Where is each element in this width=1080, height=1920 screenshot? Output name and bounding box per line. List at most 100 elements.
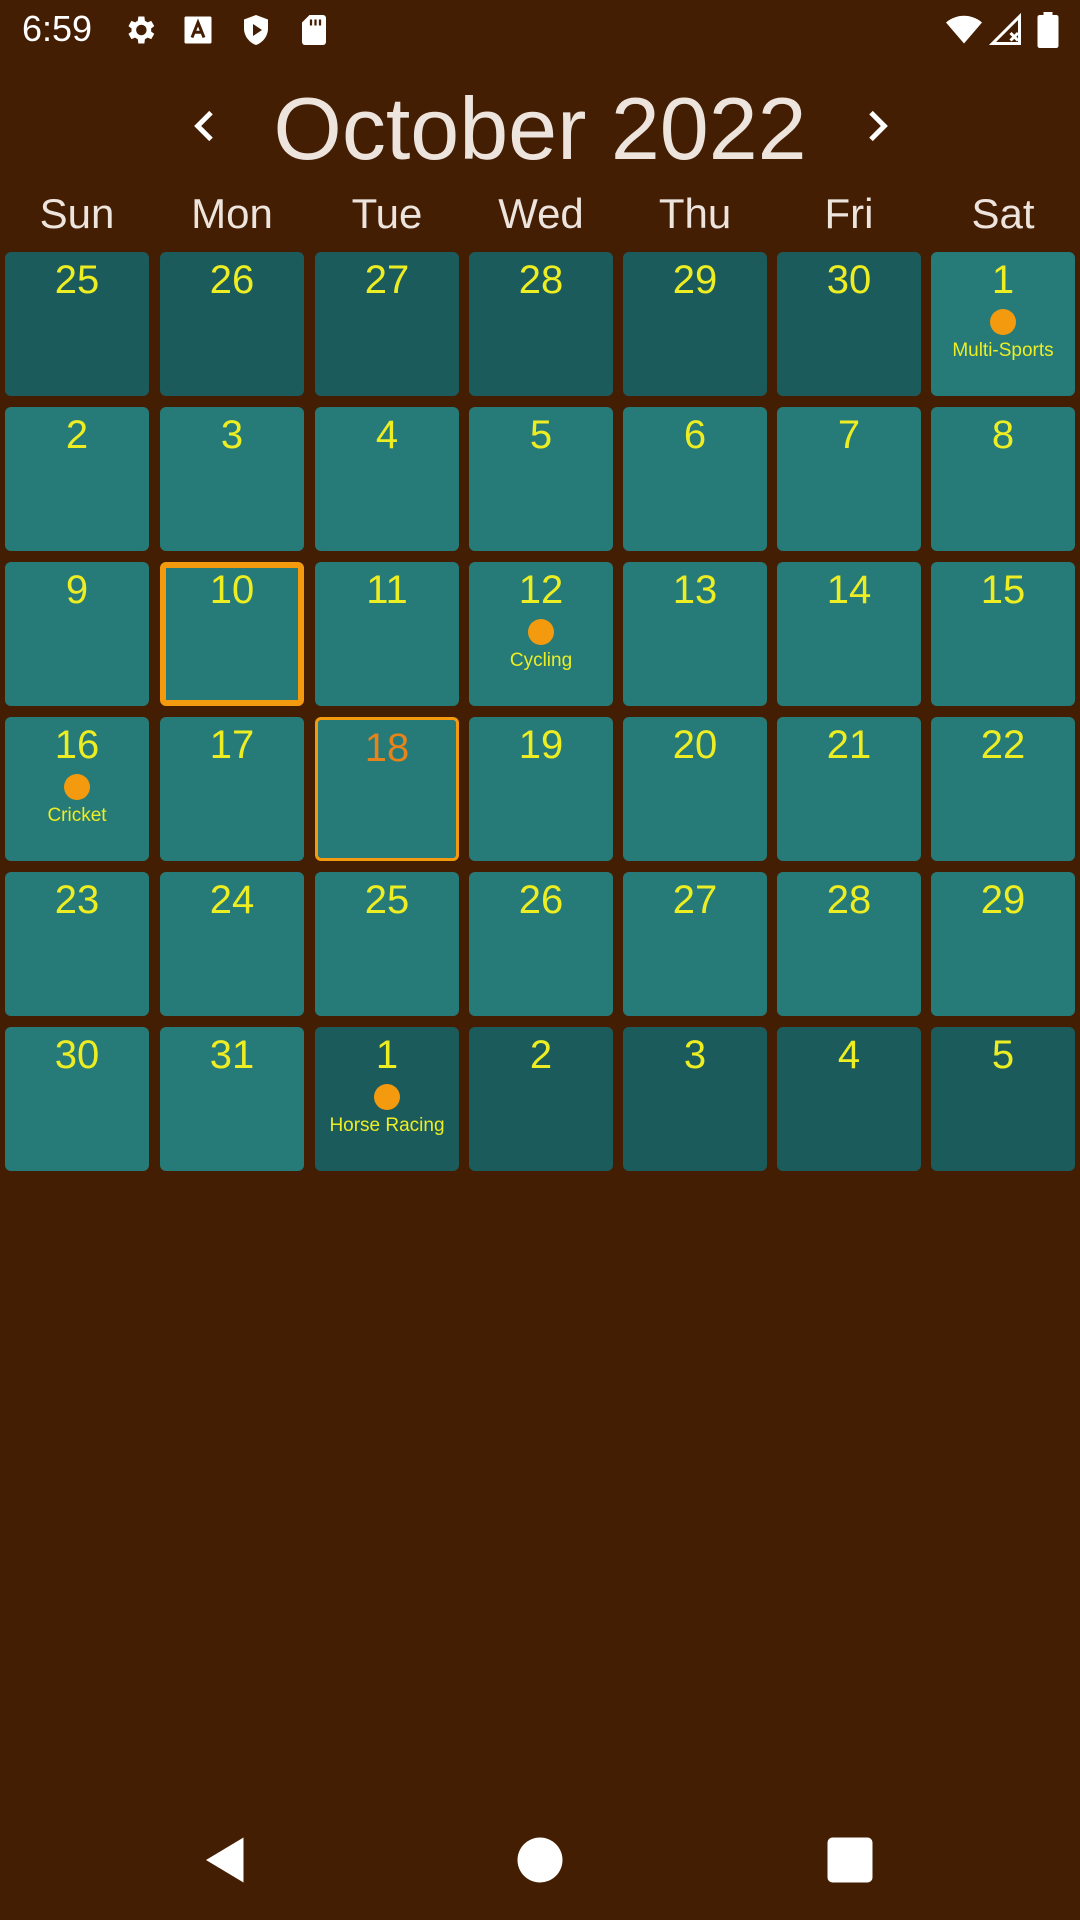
calendar-day-cell[interactable]: 4 [315, 407, 459, 551]
day-number: 30 [54, 1033, 100, 1077]
recents-icon[interactable] [820, 1830, 880, 1890]
calendar-day-cell[interactable]: 6 [623, 407, 767, 551]
calendar-day-cell[interactable]: 28 [777, 872, 921, 1016]
calendar-day-cell[interactable]: 29 [931, 872, 1075, 1016]
event-dot-icon [64, 774, 90, 800]
calendar-day-cell[interactable]: 2 [469, 1027, 613, 1171]
calendar-day-cell[interactable]: 27 [315, 252, 459, 396]
day-number: 10 [209, 568, 255, 612]
calendar-day-cell[interactable]: 5 [931, 1027, 1075, 1171]
day-number: 29 [672, 258, 718, 302]
calendar-day-cell[interactable]: 20 [623, 717, 767, 861]
calendar-day-cell[interactable]: 12 Cycling [469, 562, 613, 706]
weekday-label: Sat [971, 190, 1035, 237]
day-number: 1 [991, 258, 1015, 302]
calendar-day-cell[interactable]: 29 [623, 252, 767, 396]
day-number: 19 [518, 723, 564, 767]
day-number: 2 [529, 1033, 553, 1077]
weekday-label: Sun [39, 190, 115, 237]
calendar-day-cell[interactable]: 2 [5, 407, 149, 551]
calendar-day-cell[interactable]: 30 [777, 252, 921, 396]
day-number: 26 [209, 258, 255, 302]
calendar-day-cell[interactable]: 25 [315, 872, 459, 1016]
day-number: 8 [991, 413, 1015, 457]
calendar-day-cell[interactable]: 7 [777, 407, 921, 551]
calendar-day-cell[interactable]: 28 [469, 252, 613, 396]
calendar-day-cell[interactable]: 26 [469, 872, 613, 1016]
settings-icon [122, 12, 158, 48]
calendar-day-cell[interactable]: 21 [777, 717, 921, 861]
calendar-day-cell[interactable]: 17 [160, 717, 304, 861]
calendar-day-cell[interactable]: 3 [623, 1027, 767, 1171]
calendar-day-cell[interactable]: 4 [777, 1027, 921, 1171]
day-number: 24 [209, 878, 255, 922]
calendar-day-cell[interactable]: 25 [5, 252, 149, 396]
event-label: Cricket [47, 805, 107, 826]
calendar-day-cell[interactable]: 18 [315, 717, 459, 861]
status-bar: 6:59 [0, 0, 1080, 62]
battery-icon [1034, 12, 1062, 48]
day-number: 3 [220, 413, 244, 457]
calendar-day-cell[interactable]: 14 [777, 562, 921, 706]
weekday-label: Wed [498, 190, 584, 237]
day-number: 1 [375, 1033, 399, 1077]
calendar-day-cell[interactable]: 30 [5, 1027, 149, 1171]
calendar-day-cell[interactable]: 22 [931, 717, 1075, 861]
calendar-day-cell[interactable]: 26 [160, 252, 304, 396]
calendar-day-cell[interactable]: 1 Multi-Sports [931, 252, 1075, 396]
day-number: 18 [364, 726, 410, 770]
calendar-day-cell[interactable]: 16 Cricket [5, 717, 149, 861]
event-label: Horse Racing [329, 1115, 445, 1136]
system-nav-bar [0, 1800, 1080, 1920]
day-number: 25 [364, 878, 410, 922]
day-number: 23 [54, 878, 100, 922]
back-icon[interactable] [196, 1830, 256, 1890]
calendar-day-cell[interactable]: 23 [5, 872, 149, 1016]
event-dot-icon [374, 1084, 400, 1110]
signal-no-data-icon [988, 12, 1024, 48]
day-number: 12 [518, 568, 564, 612]
calendar-day-cell[interactable]: 10 [160, 562, 304, 706]
day-number: 4 [837, 1033, 861, 1077]
day-number: 4 [375, 413, 399, 457]
day-number: 11 [366, 568, 408, 612]
weekday-label: Mon [191, 190, 273, 237]
day-number: 28 [518, 258, 564, 302]
home-icon[interactable] [510, 1830, 570, 1890]
calendar-grid: 25 26 27 28 29 30 1 Multi-Sports 2 3 4 5 6 7 8 9 10 11 12 C… [0, 250, 1080, 1172]
font-icon [180, 12, 216, 48]
calendar-day-cell[interactable]: 5 [469, 407, 613, 551]
day-number: 25 [54, 258, 100, 302]
event-label: Multi-Sports [952, 340, 1054, 361]
calendar-day-cell[interactable]: 9 [5, 562, 149, 706]
weekday-label: Thu [658, 190, 732, 237]
calendar-day-cell[interactable]: 1 Horse Racing [315, 1027, 459, 1171]
day-number: 9 [65, 568, 89, 612]
day-number: 16 [54, 723, 100, 767]
day-number: 14 [826, 568, 872, 612]
day-number: 6 [683, 413, 707, 457]
day-number: 22 [980, 723, 1026, 767]
calendar-day-cell[interactable]: 19 [469, 717, 613, 861]
next-month-button[interactable] [840, 90, 912, 162]
weekday-label: Tue [351, 190, 423, 237]
weekday-label: Fri [824, 190, 874, 237]
day-number: 28 [826, 878, 872, 922]
status-time: 6:59 [22, 8, 93, 49]
calendar-day-cell[interactable]: 8 [931, 407, 1075, 551]
calendar-day-cell[interactable]: 15 [931, 562, 1075, 706]
calendar-day-cell[interactable]: 3 [160, 407, 304, 551]
day-number: 5 [991, 1033, 1015, 1077]
calendar-day-cell[interactable]: 13 [623, 562, 767, 706]
day-number: 30 [826, 258, 872, 302]
calendar-day-cell[interactable]: 11 [315, 562, 459, 706]
day-number: 21 [826, 723, 872, 767]
day-number: 15 [980, 568, 1026, 612]
month-title: October 2022 [273, 79, 807, 178]
event-dot-icon [990, 309, 1016, 335]
calendar-day-cell[interactable]: 27 [623, 872, 767, 1016]
calendar-day-cell[interactable]: 31 [160, 1027, 304, 1171]
calendar-day-cell[interactable]: 24 [160, 872, 304, 1016]
weekday-header: Sun Mon Tue Wed Thu Fri Sat [0, 190, 1080, 250]
day-number: 2 [65, 413, 89, 457]
